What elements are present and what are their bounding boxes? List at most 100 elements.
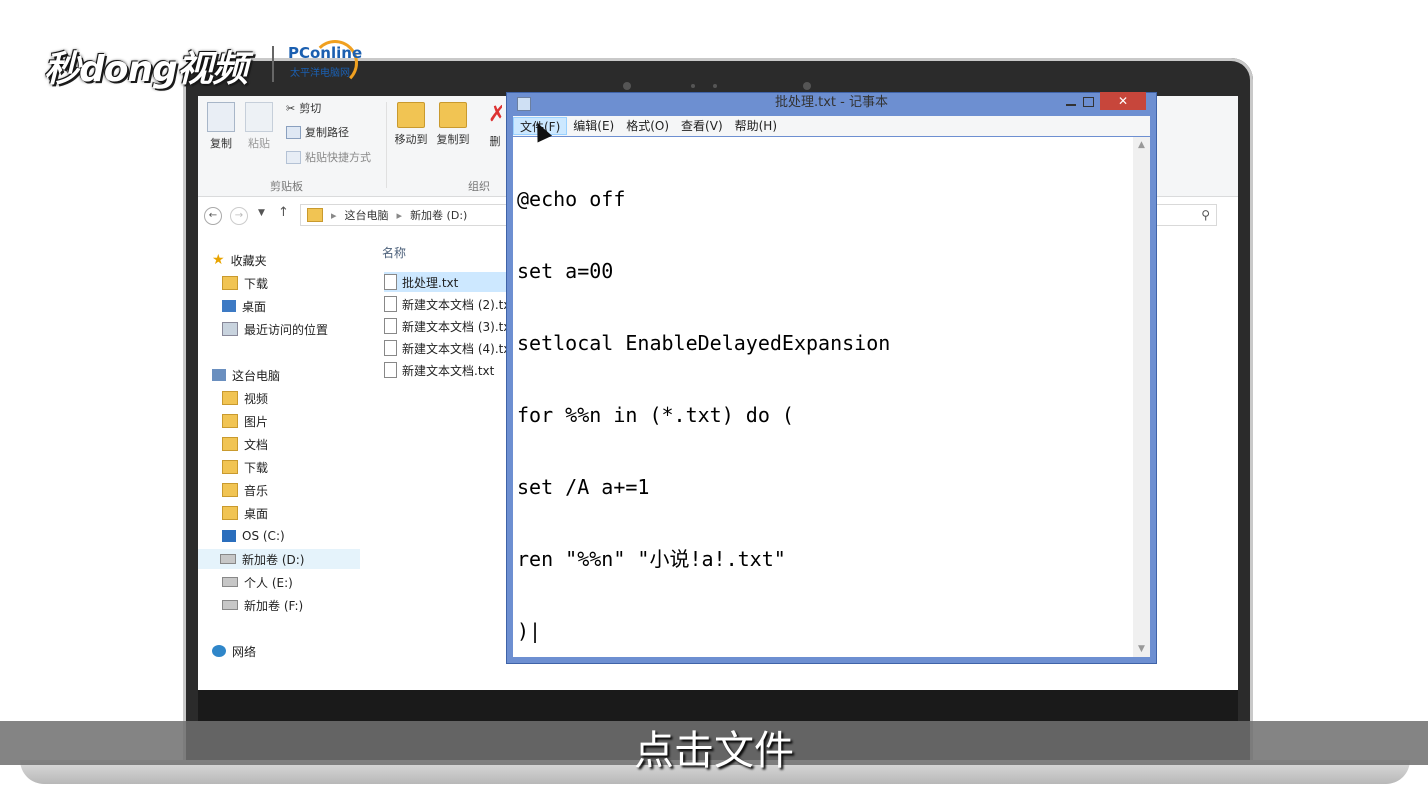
folder-move-icon [397, 102, 425, 128]
nav-label: 下载 [244, 460, 269, 475]
nav-item-recent[interactable]: 最近访问的位置 [222, 319, 328, 339]
paste-shortcut-label: 粘贴快捷方式 [305, 151, 371, 164]
star-icon: ★ [212, 252, 225, 268]
nav-label: 桌面 [244, 506, 269, 521]
copy-to-button[interactable]: 复制到 [434, 102, 472, 147]
scroll-up-icon[interactable]: ▲ [1133, 137, 1150, 153]
nav-item-drive-c[interactable]: OS (C:) [222, 526, 285, 546]
copy-path-button[interactable]: 复制路径 [286, 124, 349, 140]
camera-dot [713, 84, 717, 88]
scroll-down-icon[interactable]: ▼ [1133, 641, 1150, 657]
nav-item-desktop-pc[interactable]: 桌面 [222, 503, 268, 523]
copy-icon [207, 102, 235, 132]
menu-view[interactable]: 查看(V) [675, 117, 729, 135]
download-folder-icon [222, 460, 238, 474]
cut-button[interactable]: ✂ 剪切 [286, 100, 321, 116]
nav-item-downloads[interactable]: 下载 [222, 273, 268, 293]
windows-drive-icon [222, 530, 236, 542]
back-button[interactable]: ← [204, 207, 222, 225]
file-name: 新建文本文档 (4).txt [402, 341, 508, 356]
paste-shortcut-icon [286, 150, 301, 164]
menu-help[interactable]: 帮助(H) [729, 117, 783, 135]
notepad-window: 批处理.txt - 记事本 ✕ 文件(F) 编辑(E) 格式(O) 查看(V) … [506, 92, 1157, 664]
nav-item-downloads-pc[interactable]: 下载 [222, 457, 268, 477]
nav-item-music[interactable]: 音乐 [222, 480, 268, 500]
menu-format[interactable]: 格式(O) [620, 117, 675, 135]
code-line: )| [517, 619, 542, 643]
nav-label: 网络 [232, 644, 257, 659]
vertical-scrollbar[interactable]: ▲ ▼ [1133, 137, 1150, 657]
move-to-button[interactable]: 移动到 [392, 102, 430, 147]
nav-label: 图片 [244, 414, 269, 429]
delete-label: 删 [489, 135, 501, 148]
nav-item-drive-e[interactable]: 个人 (E:) [222, 572, 293, 592]
minimize-button[interactable] [1066, 104, 1076, 106]
column-header-name[interactable]: 名称 [382, 244, 406, 261]
nav-item-videos[interactable]: 视频 [222, 388, 268, 408]
paste-shortcut-button[interactable]: 粘贴快捷方式 [286, 149, 371, 165]
camera-dot [803, 82, 811, 90]
documents-folder-icon [222, 437, 238, 451]
text-file-icon [384, 362, 397, 378]
text-file-icon [384, 274, 397, 290]
nav-label: 这台电脑 [232, 368, 281, 383]
copy-path-icon [286, 125, 301, 139]
file-row[interactable]: 新建文本文档 (2).txt [384, 294, 508, 314]
nav-item-drive-d[interactable]: 新加卷 (D:) [198, 549, 360, 569]
nav-item-network[interactable]: 网络 [212, 641, 256, 661]
nav-label: 下载 [244, 276, 269, 291]
taskbar [198, 690, 1238, 721]
copy-label: 复制 [210, 137, 232, 150]
watermark-logo: 秒dong视频 [44, 49, 248, 90]
nav-item-drive-f[interactable]: 新加卷 (F:) [222, 595, 303, 615]
text-file-icon [384, 296, 397, 312]
file-name: 新建文本文档 (3).txt [402, 319, 508, 334]
file-row[interactable]: 新建文本文档 (3).txt [384, 316, 508, 336]
file-name: 新建文本文档 (2).txt [402, 297, 508, 312]
pictures-folder-icon [222, 414, 238, 428]
copy-button[interactable]: 复制 [206, 102, 236, 151]
code-line: for %%n in (*.txt) do ( [517, 403, 794, 427]
close-button[interactable]: ✕ [1100, 92, 1146, 110]
chevron-right-icon: ▸ [331, 208, 337, 222]
forward-button[interactable]: → [230, 207, 248, 225]
logo-divider [272, 46, 274, 82]
code-text: @echo off set a=00 setlocal EnableDelaye… [517, 139, 890, 657]
drive-icon [222, 600, 238, 610]
address-bar[interactable]: ▸ 这台电脑 ▸ 新加卷 (D:) [300, 204, 510, 226]
paste-button[interactable]: 粘贴 [244, 102, 274, 151]
delete-button[interactable]: ✗ 删 [488, 102, 502, 149]
nav-item-favorites[interactable]: ★ 收藏夹 [212, 250, 267, 270]
partner-logo: PConline [288, 44, 363, 62]
search-icon: ⚲ [1201, 208, 1210, 222]
scissors-icon: ✂ [286, 101, 296, 115]
file-name: 新建文本文档.txt [402, 363, 495, 378]
partner-logo-subtitle: 太平洋电脑网 [290, 68, 350, 79]
code-line: @echo off [517, 187, 626, 211]
nav-label: 文档 [244, 437, 269, 452]
group-label-clipboard: 剪贴板 [270, 180, 303, 193]
delete-icon: ✗ [488, 102, 502, 127]
copy-path-label: 复制路径 [305, 126, 349, 139]
maximize-button[interactable] [1083, 97, 1094, 107]
breadcrumb-this-pc[interactable]: 这台电脑 [345, 207, 389, 223]
nav-item-this-pc[interactable]: 这台电脑 [212, 365, 280, 385]
file-row[interactable]: 批处理.txt [384, 272, 508, 292]
nav-item-desktop[interactable]: 桌面 [222, 296, 266, 316]
up-button[interactable]: ↑ [278, 205, 289, 220]
file-row[interactable]: 新建文本文档 (4).txt [384, 338, 508, 358]
menu-edit[interactable]: 编辑(E) [567, 117, 620, 135]
code-line: set /A a+=1 [517, 475, 650, 499]
window-title: 批处理.txt - 记事本 [775, 95, 888, 110]
file-row[interactable]: 新建文本文档.txt [384, 360, 508, 380]
recent-dropdown-icon[interactable]: ▼ [258, 208, 265, 218]
network-icon [212, 645, 226, 657]
nav-item-pictures[interactable]: 图片 [222, 411, 268, 431]
text-editor[interactable]: @echo off set a=00 setlocal EnableDelaye… [513, 137, 1150, 657]
breadcrumb-volume-d[interactable]: 新加卷 (D:) [410, 207, 467, 223]
camera-dot [623, 82, 631, 90]
code-line: set a=00 [517, 259, 614, 283]
drive-icon [222, 577, 238, 587]
nav-item-documents[interactable]: 文档 [222, 434, 268, 454]
search-input[interactable]: ⚲ [1155, 204, 1217, 226]
